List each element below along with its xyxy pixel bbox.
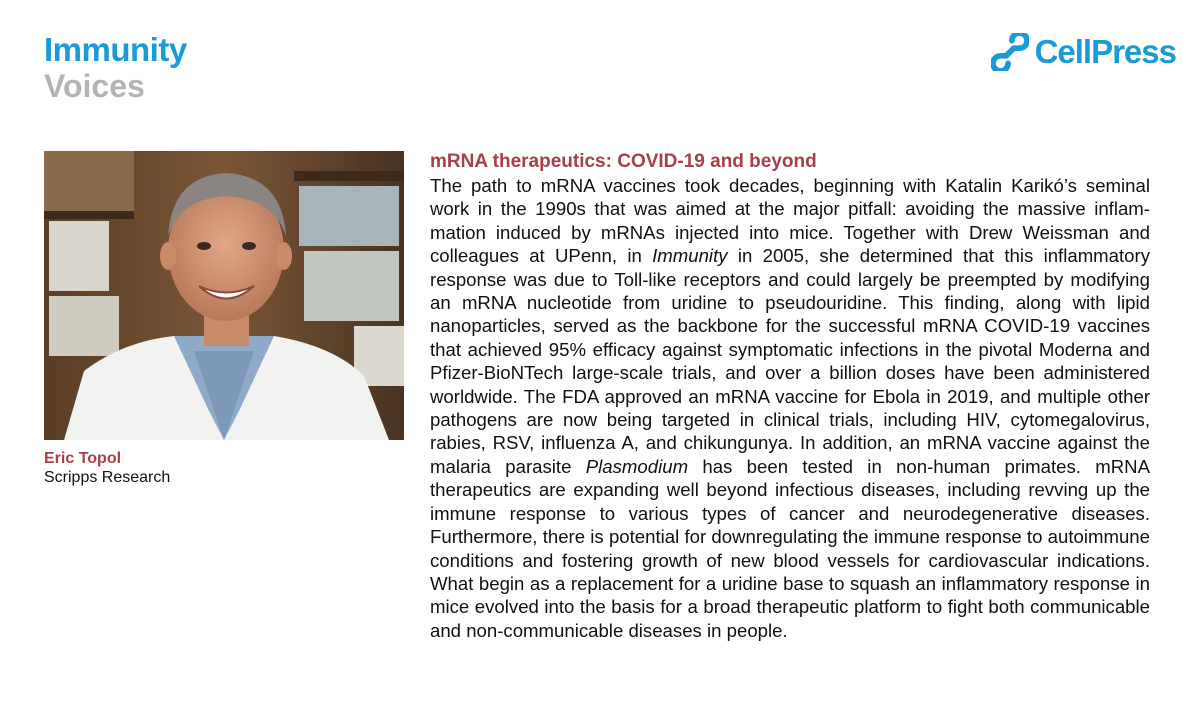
- author-affiliation: Scripps Research: [44, 469, 171, 486]
- journal-name: Immunity: [44, 31, 187, 68]
- cellpress-logo-icon: [990, 33, 1029, 71]
- body-text-2: in 2005, she determined that this inflam…: [430, 245, 1151, 477]
- article-body: The path to mRNA vaccines took decades, …: [430, 174, 1150, 642]
- journal-masthead: Immunity Voices: [44, 31, 187, 105]
- body-text-3: has been tested in non-human primates. m…: [430, 455, 1150, 641]
- article: mRNA therapeutics: COVID-19 and beyond T…: [430, 150, 1150, 642]
- author-photo: [44, 151, 404, 440]
- article-title: mRNA therapeutics: COVID-19 and beyond: [430, 151, 817, 172]
- publisher-name: CellPress: [1034, 33, 1177, 70]
- body-italic-journal: Immunity: [652, 245, 728, 267]
- author-portrait-image: [44, 151, 404, 440]
- body-italic-organism: Plasmodium: [585, 455, 689, 477]
- section-name: Voices: [44, 68, 145, 104]
- author-name: Eric Topol: [44, 450, 122, 467]
- publisher-logo: CellPress: [990, 33, 1177, 71]
